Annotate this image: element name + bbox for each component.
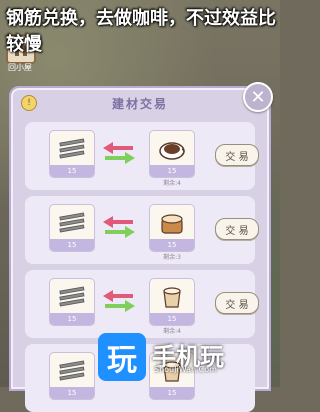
- give-qty: 15: [50, 239, 94, 251]
- trade-button[interactable]: 交 易: [215, 144, 259, 166]
- remaining-count: 剩余:4: [163, 180, 181, 187]
- get-qty: 15: [150, 387, 194, 399]
- give-qty: 15: [50, 387, 94, 399]
- close-button[interactable]: ✕: [243, 82, 273, 112]
- exchange-arrows-icon: [103, 216, 135, 238]
- rebar-icon: [59, 286, 85, 307]
- give-item-slot: 15: [49, 130, 95, 178]
- trade-row: 15 15 剩余:4 交 易: [25, 270, 259, 338]
- close-icon: ✕: [250, 86, 266, 108]
- trade-button[interactable]: 交 易: [215, 218, 259, 240]
- get-qty: 15: [150, 165, 194, 177]
- give-qty: 15: [50, 313, 94, 325]
- trade-row: 15 15 剩余:3 交 易: [25, 196, 259, 264]
- panel-title: 建材交易: [111, 96, 168, 111]
- rebar-icon: [59, 138, 85, 159]
- latte-icon: [163, 287, 181, 308]
- panel-header: ! 建材交易: [11, 88, 269, 118]
- get-qty: 15: [150, 313, 194, 325]
- home-label: 回小屋: [8, 63, 32, 72]
- watermark-subtext: ShouJiWan.Com: [154, 365, 217, 374]
- get-qty: 15: [150, 239, 194, 251]
- caption-overlay: 钢筋兑换，去做咖啡，不过效益比较慢: [6, 8, 276, 55]
- rebar-icon: [59, 360, 85, 381]
- remaining-count: 剩余:3: [163, 254, 181, 261]
- cake-icon: [161, 214, 183, 234]
- trade-button[interactable]: 交 易: [215, 292, 259, 314]
- site-watermark: 玩 手机玩 ShouJiWan.Com: [98, 333, 268, 381]
- give-item-slot: 15: [49, 352, 95, 400]
- get-item-slot: 15: [149, 204, 195, 252]
- give-item-slot: 15: [49, 278, 95, 326]
- exchange-arrows-icon: [103, 290, 135, 312]
- coffee-cup-icon: [159, 142, 185, 160]
- give-qty: 15: [50, 165, 94, 177]
- give-item-slot: 15: [49, 204, 95, 252]
- exchange-arrows-icon: [103, 142, 135, 164]
- get-item-slot: 15: [149, 130, 195, 178]
- watermark-logo: 玩: [98, 333, 146, 381]
- info-icon[interactable]: !: [21, 95, 37, 111]
- rebar-icon: [59, 212, 85, 233]
- trade-row: 15 15 剩余:4 交 易: [25, 122, 259, 190]
- get-item-slot: 15: [149, 278, 195, 326]
